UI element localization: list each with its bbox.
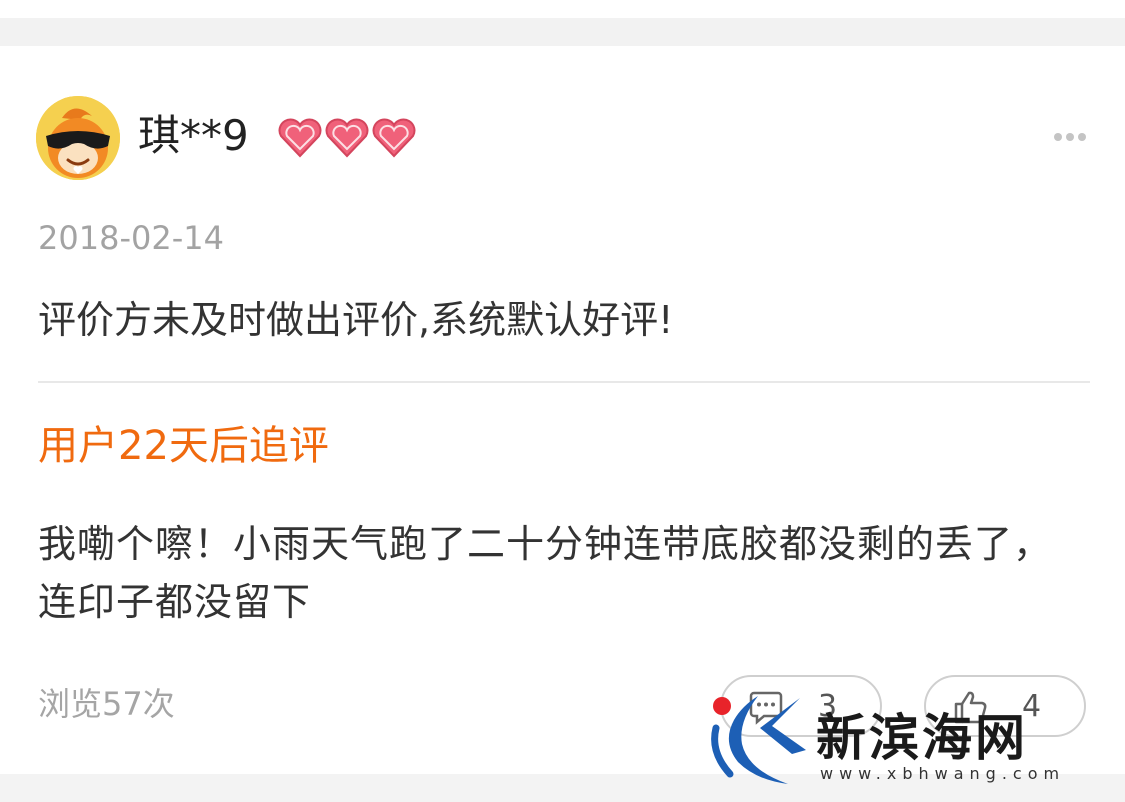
top-separator: [0, 0, 1125, 18]
watermark-name: 新滨海网: [816, 709, 1028, 767]
view-count: 浏览57次: [38, 685, 175, 723]
heart-icon: [325, 118, 369, 158]
avatar-mascot-icon: [36, 96, 120, 180]
heart-icon: [278, 118, 322, 158]
followup-title: 用户22天后追评: [38, 423, 329, 469]
avatar[interactable]: [36, 96, 120, 180]
watermark: 新滨海网 www.xbhwang.com: [708, 692, 1118, 788]
review-text: 评价方未及时做出评价,系统默认好评!: [38, 298, 674, 342]
followup-text: 我嘞个嚓！小雨天气跑了二十分钟连带底胶都没剩的丢了，连印子都没留下: [38, 522, 1053, 624]
username[interactable]: 琪**9: [138, 110, 249, 162]
rating-hearts: [278, 118, 416, 158]
divider: [38, 381, 1090, 383]
more-dots-icon[interactable]: [1052, 128, 1088, 146]
watermark-url: www.xbhwang.com: [820, 764, 1066, 783]
review-date: 2018-02-14: [38, 219, 224, 257]
watermark-logo-icon: [711, 696, 806, 784]
heart-icon: [372, 118, 416, 158]
